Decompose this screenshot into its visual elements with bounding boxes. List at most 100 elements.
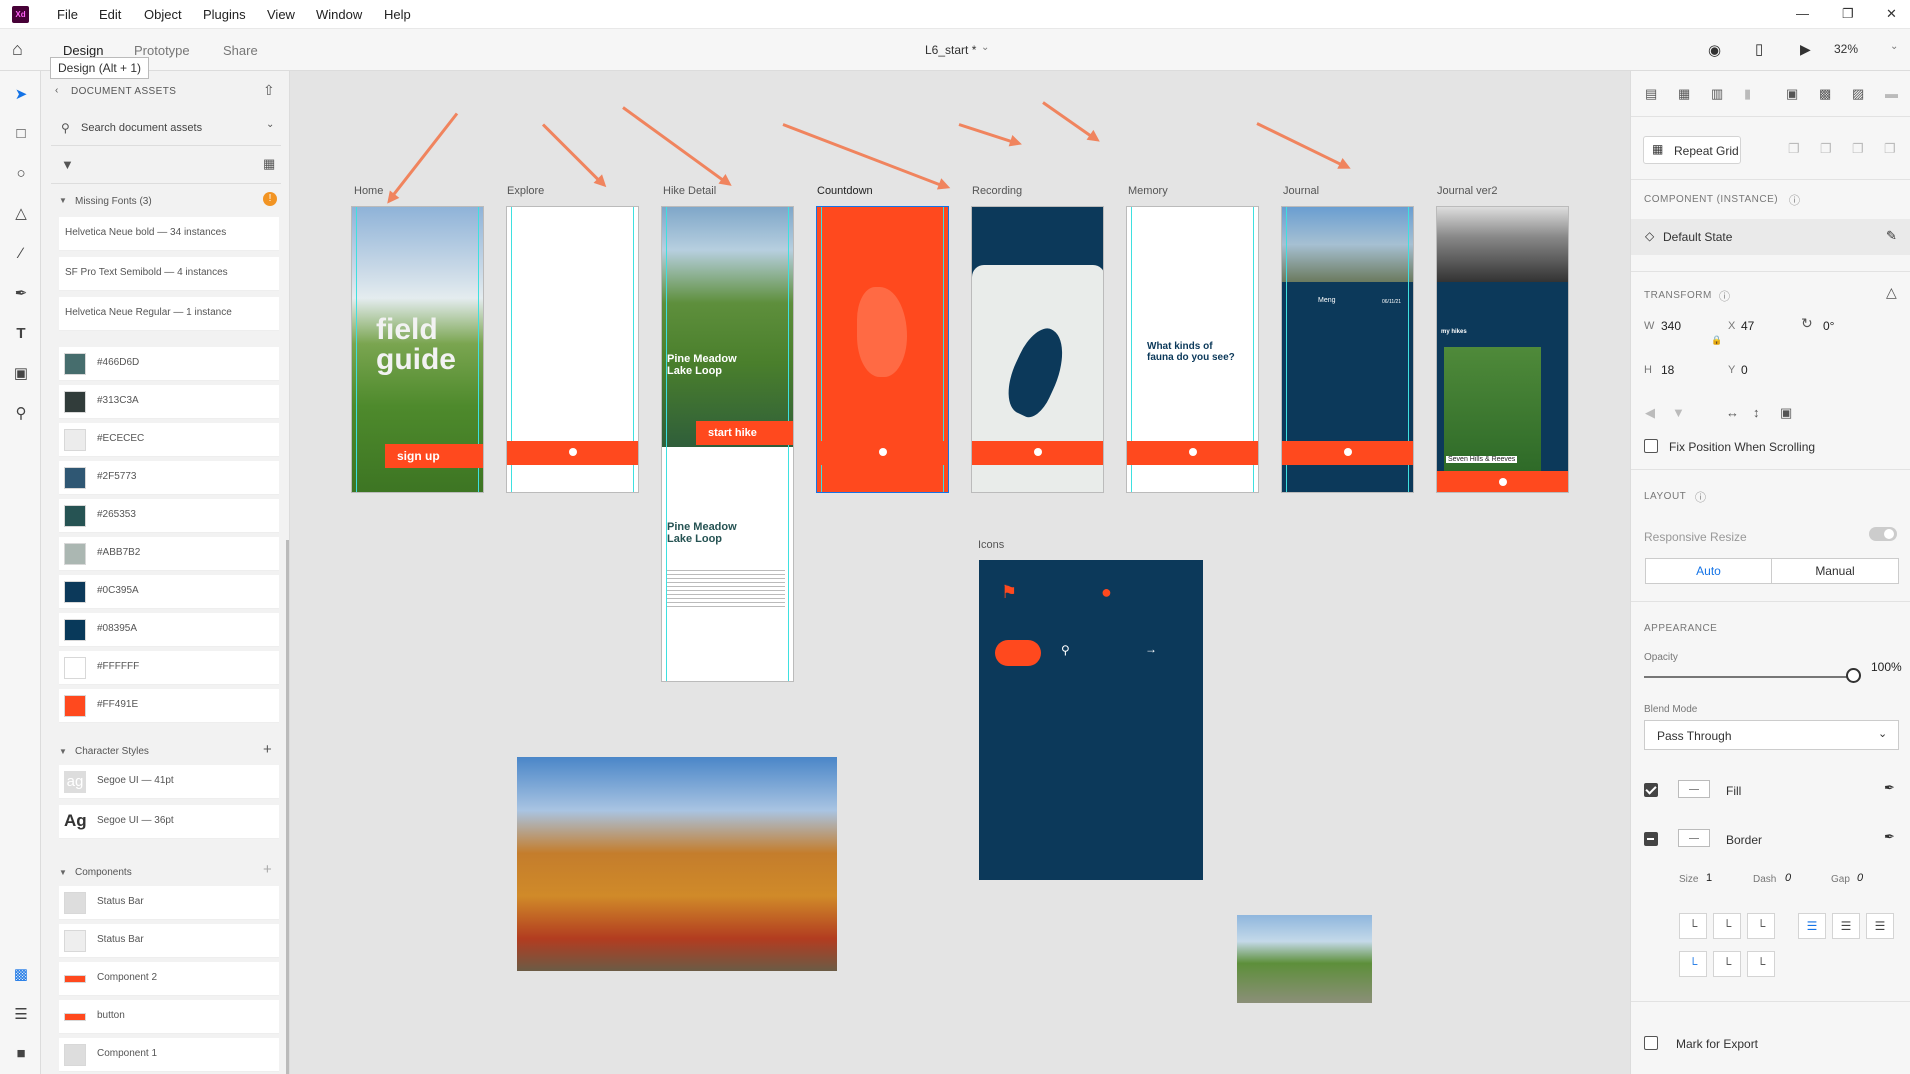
assets-scrollbar[interactable] [286,540,289,1074]
artboard-label[interactable]: Countdown [817,185,873,197]
search-chevron-icon[interactable]: ⌄ [266,119,274,130]
artboard-icons[interactable]: ⚑ ● ⚲ → [979,560,1203,880]
opacity-value[interactable]: 100% [1871,660,1902,674]
assets-panel-icon[interactable]: ▩ [10,964,32,986]
artboard-label[interactable]: Hike Detail [663,185,716,197]
align-right-icon[interactable]: ▨ [1852,86,1864,102]
character-styles-header[interactable]: Character Styles [75,746,149,757]
component-item[interactable]: button [59,1000,279,1034]
color-swatch-item[interactable]: #466D6D [59,347,279,381]
missing-fonts-header[interactable]: Missing Fonts (3) [75,196,152,207]
fill-checkbox[interactable] [1644,783,1658,797]
tab-prototype[interactable]: Prototype [134,43,190,58]
tab-share[interactable]: Share [223,43,258,58]
artboard-journal-ver2[interactable]: my hikes Seven Hills & Reeves [1436,206,1569,493]
add-icon[interactable]: + [263,741,272,758]
chevron-down-icon[interactable]: ⌄ [981,42,989,53]
boolean-intersect-icon[interactable]: ❐ [1852,141,1864,157]
menu-window[interactable]: Window [316,7,362,22]
artboard-label[interactable]: Journal ver2 [1437,185,1498,197]
collapse-icon[interactable]: ▼ [59,747,67,756]
join-bevel-icon[interactable]: ☰ [1866,913,1894,939]
menu-plugins[interactable]: Plugins [203,7,246,22]
tab-design[interactable]: Design [63,43,104,71]
color-swatch-item[interactable]: #0C395A [59,575,279,609]
info-icon[interactable]: ⓘ [1719,288,1730,304]
boolean-subtract-icon[interactable]: ❐ [1820,141,1832,157]
zoom-level[interactable]: 32% [1834,42,1858,56]
opacity-slider-handle[interactable] [1846,668,1861,683]
3d-transform-icon[interactable]: △ [1886,284,1897,301]
collapse-icon[interactable]: ▼ [59,868,67,877]
repeat-grid-button[interactable]: ▦ Repeat Grid [1643,136,1741,164]
stroke-inner-icon[interactable]: └ [1679,913,1707,939]
color-swatch-item[interactable]: #ABB7B2 [59,537,279,571]
info-icon[interactable]: ⓘ [1789,192,1800,208]
menu-view[interactable]: View [267,7,295,22]
artboard-hike-detail[interactable]: Pine Meadow Lake Loop start hike Pine Mea… [661,206,794,682]
lock-icon[interactable]: 🔒 [1711,335,1722,346]
menu-object[interactable]: Object [144,7,182,22]
color-swatch-item[interactable]: #ECECEC [59,423,279,457]
component-item[interactable]: Component 1 [59,1038,279,1072]
component-item[interactable]: Status Bar [59,924,279,958]
align-bottom-icon[interactable]: ▥ [1711,86,1723,102]
join-miter-icon[interactable]: ☰ [1798,913,1826,939]
mark-for-export-checkbox[interactable] [1644,1036,1658,1050]
align-top-icon[interactable]: ▤ [1645,86,1657,102]
missing-font-item[interactable]: SF Pro Text Semibold — 4 instances [59,257,279,291]
stroke-center-icon[interactable]: └ [1747,913,1775,939]
missing-font-item[interactable]: Helvetica Neue bold — 34 instances [59,217,279,251]
minimize-icon[interactable]: — [1796,6,1809,21]
artboard-memory[interactable]: What kinds of fauna do you see? [1126,206,1259,493]
flip-vertical-icon[interactable]: ▼ [1672,405,1685,420]
manual-layout-button[interactable]: Manual [1772,558,1899,584]
align-center-icon[interactable]: ▩ [1819,86,1831,102]
align-left-icon[interactable]: ▣ [1786,86,1798,102]
width-field[interactable]: 340 [1661,319,1681,333]
fill-color-swatch[interactable] [1678,780,1710,798]
blend-mode-dropdown[interactable]: Pass Through ⌄ [1644,720,1899,750]
pen-tool-icon[interactable]: ✒ [10,283,32,305]
rotation-field[interactable]: 0° [1823,319,1834,333]
border-dash-field[interactable]: 0 [1785,872,1791,884]
state-row[interactable]: ◇ Default State ✎ [1631,219,1910,255]
responsive-toggle[interactable] [1869,527,1897,541]
distribute-vertical-icon[interactable]: ▮ [1744,86,1751,102]
fix-position-checkbox[interactable] [1644,439,1658,453]
artboard-label[interactable]: Explore [507,185,544,197]
polygon-tool-icon[interactable]: △ [10,203,32,225]
grid-view-icon[interactable]: ▦ [263,156,275,172]
menu-help[interactable]: Help [384,7,411,22]
layers-icon[interactable]: ☰ [10,1004,32,1026]
select-tool-icon[interactable]: ➤ [10,84,32,106]
character-style-item[interactable]: Ag Segoe UI — 36pt [59,805,279,839]
x-field[interactable]: 47 [1741,319,1754,333]
artboard-label[interactable]: Home [354,185,383,197]
artboard-label[interactable]: Memory [1128,185,1168,197]
component-item[interactable]: Status Bar [59,886,279,920]
align-middle-icon[interactable]: ▦ [1678,86,1690,102]
fixed-height-icon[interactable]: ↕ [1753,405,1760,420]
cap-butt-icon[interactable]: └ [1679,951,1707,977]
ellipse-tool-icon[interactable]: ○ [10,163,32,185]
play-icon[interactable]: ▶ [1800,41,1811,58]
color-swatch-item[interactable]: #FF491E [59,689,279,723]
artboard-journal[interactable]: Meng 06/11/21 [1281,206,1414,493]
device-preview-icon[interactable]: ▯ [1755,40,1763,58]
eyedropper-icon[interactable]: ✒ [1884,780,1895,796]
zoom-chevron-icon[interactable]: ⌄ [1890,41,1898,52]
border-gap-field[interactable]: 0 [1857,872,1863,884]
artboard-label[interactable]: Journal [1283,185,1319,197]
opacity-slider[interactable] [1644,676,1854,678]
character-style-item[interactable]: ag Segoe UI — 41pt [59,765,279,799]
color-swatch-item[interactable]: #265353 [59,499,279,533]
components-header[interactable]: Components [75,867,132,878]
info-icon[interactable]: ⓘ [1695,489,1706,505]
artboard-tool-icon[interactable]: ▣ [10,363,32,385]
missing-font-item[interactable]: Helvetica Neue Regular — 1 instance [59,297,279,331]
y-field[interactable]: 0 [1741,363,1748,377]
artboard-home[interactable]: field guide sign up [351,206,484,493]
flip-horizontal-icon[interactable]: ◀ [1645,405,1655,421]
close-icon[interactable]: ✕ [1886,6,1897,22]
